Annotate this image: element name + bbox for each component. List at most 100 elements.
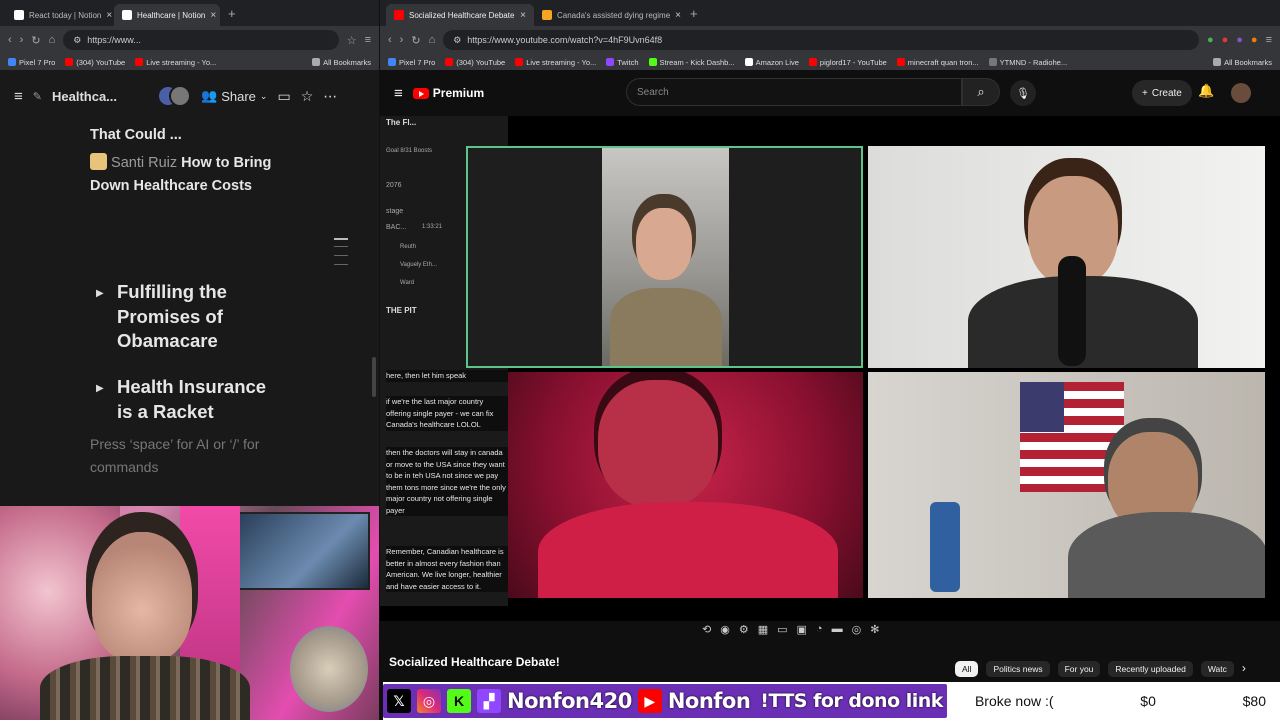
folder-icon: [1213, 58, 1222, 66]
forward-icon[interactable]: ›: [20, 34, 24, 46]
home-icon[interactable]: ⌂: [49, 34, 56, 46]
bookmark-item[interactable]: minecraft quan tron...: [896, 58, 979, 67]
avatar-stack[interactable]: [157, 85, 192, 107]
toggle-heading-racket[interactable]: Health Insurance is a Racket: [117, 375, 287, 424]
tts-text: !TTS for dono link: [760, 690, 943, 712]
bookmark-item[interactable]: Live streaming - Yo...: [515, 58, 596, 67]
forward-icon[interactable]: ›: [400, 34, 404, 46]
avatar[interactable]: [1231, 83, 1251, 103]
bookmark-item[interactable]: (304) YouTube: [445, 58, 505, 67]
bookmark-item[interactable]: Pixel 7 Pro: [8, 58, 55, 67]
twitch-icon: ▞: [477, 689, 501, 713]
home-icon[interactable]: ⌂: [429, 34, 436, 46]
bookmark-item[interactable]: Live streaming - Yo...: [135, 58, 216, 67]
star-icon[interactable]: ☆: [301, 88, 314, 105]
address-bar[interactable]: ⚙ https://www.youtube.com/watch?v=4hF9Uv…: [443, 30, 1199, 50]
placeholder-line: commands: [90, 459, 159, 475]
partial-heading[interactable]: That Could ...: [90, 124, 182, 147]
chip-all[interactable]: All: [955, 661, 979, 677]
close-icon[interactable]: ×: [106, 10, 112, 21]
chip-for-you[interactable]: For you: [1057, 661, 1101, 677]
bookmark-label: (304) YouTube: [456, 57, 506, 67]
share-button[interactable]: 👥 Share ⌄: [201, 88, 267, 104]
channel-timer: 1:33:21: [422, 224, 443, 230]
create-label: Create: [1151, 87, 1182, 99]
toc-lines[interactable]: [334, 238, 348, 265]
menu-icon[interactable]: ≡: [1266, 34, 1272, 46]
notifications-bell-icon[interactable]: 🔔: [1198, 83, 1214, 99]
speed-icon[interactable]: ◔: [816, 623, 823, 636]
tab-youtube-debate[interactable]: Socialized Healthcare Debate ×: [386, 4, 534, 26]
placeholder-line: Press ‘space’ for AI or ‘/’ for: [90, 436, 260, 452]
amazon-icon: [744, 58, 753, 66]
back-icon[interactable]: ‹: [8, 34, 12, 46]
menu-icon[interactable]: ≡: [365, 34, 371, 46]
page-title[interactable]: Healthca...: [52, 89, 117, 104]
chip-politics[interactable]: Politics news: [986, 661, 1050, 677]
link-mention[interactable]: Santi Ruiz How to Bring Down Healthcare …: [90, 152, 300, 198]
tab-react-today[interactable]: React today | Notion ×: [6, 4, 114, 26]
all-bookmarks[interactable]: All Bookmarks: [312, 58, 371, 67]
gear-icon[interactable]: ✻: [870, 623, 879, 636]
subtitles-icon[interactable]: ▭: [777, 623, 787, 636]
toggle-triangle-icon[interactable]: ▶: [96, 383, 104, 394]
repeat-icon[interactable]: ⟲: [702, 623, 711, 636]
more-icon[interactable]: ⋯: [323, 88, 337, 105]
video-player[interactable]: The Fl... Goal 8/31 Boosts 2076 stage BA…: [380, 116, 1280, 636]
all-bookmarks[interactable]: All Bookmarks: [1213, 58, 1272, 67]
bookmark-item[interactable]: Pixel 7 Pro: [388, 58, 435, 67]
new-tab-icon[interactable]: +: [220, 6, 244, 21]
bookmark-label: piglord17 - YouTube: [819, 57, 887, 67]
settings-icon[interactable]: ⚙: [739, 623, 749, 636]
bookmark-item[interactable]: Amazon Live: [744, 58, 799, 67]
camera-icon[interactable]: ◎: [852, 623, 862, 636]
search-button[interactable]: ⌕: [962, 78, 1000, 106]
comment-icon[interactable]: ▭: [277, 88, 290, 105]
close-icon[interactable]: ×: [520, 10, 526, 21]
audio-icon[interactable]: ◉: [720, 623, 730, 636]
close-icon[interactable]: ×: [675, 10, 681, 21]
tab-canada-article[interactable]: Canada's assisted dying regime ×: [534, 4, 682, 26]
bookmark-item[interactable]: Twitch: [606, 58, 639, 67]
voice-search-button[interactable]: 🎙: [1010, 80, 1036, 106]
miniplayer-icon[interactable]: ▣: [797, 623, 807, 636]
back-icon[interactable]: ‹: [388, 34, 392, 46]
extension-icon[interactable]: ●: [1236, 34, 1243, 46]
bookmark-item[interactable]: piglord17 - YouTube: [808, 57, 887, 67]
tab-healthcare[interactable]: Healthcare | Notion ×: [114, 4, 220, 26]
sidebar-menu-icon[interactable]: ≡: [14, 88, 23, 105]
microphone: [1058, 256, 1086, 366]
chip-watched[interactable]: Watc: [1200, 661, 1234, 677]
bookmark-item[interactable]: YTMND - Radiohe...: [988, 58, 1067, 67]
clip-icon[interactable]: ▦: [758, 623, 768, 636]
close-icon[interactable]: ×: [210, 10, 216, 21]
reload-icon[interactable]: ↻: [411, 34, 420, 47]
extension-icon[interactable]: ●: [1222, 34, 1229, 46]
extension-icon[interactable]: ●: [1207, 34, 1214, 46]
empty-block-placeholder[interactable]: Press ‘space’ for AI or ‘/’ for commands: [90, 433, 290, 479]
bookmark-item[interactable]: Stream - Kick Dashb...: [648, 58, 735, 67]
profile-icon[interactable]: ●: [1251, 34, 1258, 46]
chip-recent[interactable]: Recently uploaded: [1108, 661, 1193, 677]
toggle-triangle-icon[interactable]: ▶: [96, 288, 104, 299]
address-bar[interactable]: ⚙ https://www...: [63, 30, 339, 50]
reload-icon[interactable]: ↻: [31, 34, 40, 47]
participant-jacket: [610, 288, 722, 366]
new-tab-icon[interactable]: +: [682, 6, 706, 21]
tab-title: React today | Notion: [29, 10, 102, 20]
bookmark-item[interactable]: (304) YouTube: [65, 58, 125, 67]
participant-head: [598, 380, 718, 508]
scrollbar[interactable]: [372, 357, 376, 397]
create-button[interactable]: + Create: [1132, 80, 1192, 106]
chevron-down-icon: ⌄: [259, 90, 268, 101]
youtube-logo[interactable]: Premium: [412, 86, 484, 100]
right-bookmarks-bar: Pixel 7 Pro (304) YouTube Live streaming…: [380, 54, 1280, 70]
toggle-heading-obamacare[interactable]: Fulfilling the Promises of Obamacare: [117, 280, 277, 354]
notion-icon: [14, 10, 24, 20]
hamburger-menu-icon[interactable]: ≡: [394, 85, 403, 102]
theater-icon[interactable]: ▬: [832, 623, 843, 636]
search-input[interactable]: Search: [626, 78, 962, 106]
chevron-right-icon[interactable]: ›: [1242, 661, 1246, 677]
bookmark-star-icon[interactable]: ☆: [347, 34, 357, 47]
video-title[interactable]: Socialized Healthcare Debate!: [389, 655, 560, 669]
